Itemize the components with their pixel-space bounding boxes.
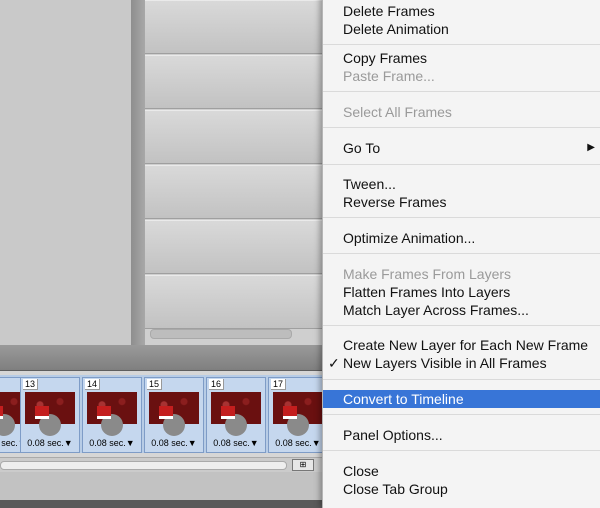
panel-row <box>145 165 325 219</box>
panel-row <box>145 110 325 164</box>
menu-item-delete-frames[interactable]: Delete Frames <box>323 2 600 20</box>
panel-row <box>145 220 325 274</box>
menu-item-panel-options[interactable]: Panel Options... <box>323 426 600 444</box>
animation-frame[interactable]: 16 0.08 sec.▼ <box>206 377 266 453</box>
timeline-footer: ⊞ <box>0 457 325 472</box>
menu-separator <box>323 325 600 326</box>
panel-row <box>145 55 325 109</box>
menu-item-tween[interactable]: Tween... <box>323 175 600 193</box>
frame-thumbnail <box>211 392 261 436</box>
menu-separator <box>323 91 600 92</box>
frame-thumbnail <box>273 392 323 436</box>
frame-number: 16 <box>209 379 225 390</box>
frame-strip: 0.08 sec.▼ 13 0.08 sec.▼ 14 0.08 sec.▼ 1… <box>0 375 328 453</box>
menu-item-close-tab-group[interactable]: Close Tab Group <box>323 480 600 498</box>
new-frame-icon[interactable]: ⊞ <box>292 459 314 471</box>
menu-separator <box>323 253 600 254</box>
frame-delay[interactable]: 0.08 sec.▼ <box>207 438 265 448</box>
menu-item-flatten-frames[interactable]: Flatten Frames Into Layers <box>323 283 600 301</box>
panel-row <box>145 275 325 329</box>
menu-item-select-all-frames: Select All Frames <box>343 104 452 120</box>
menu-item-create-new-layer[interactable]: Create New Layer for Each New Frame <box>323 336 600 354</box>
timeline-lower-area <box>0 472 325 500</box>
animation-panel: 0.08 sec.▼ 13 0.08 sec.▼ 14 0.08 sec.▼ 1… <box>0 345 328 500</box>
frame-number: 13 <box>23 379 39 390</box>
animation-frame[interactable]: 14 0.08 sec.▼ <box>82 377 142 453</box>
frame-delay[interactable]: 0.08 sec.▼ <box>145 438 203 448</box>
menu-item-make-frames-from-layers: Make Frames From Layers <box>343 266 512 282</box>
menu-item-reverse-frames[interactable]: Reverse Frames <box>323 193 600 211</box>
animation-panel-header <box>0 345 325 371</box>
menu-item-match-layer[interactable]: Match Layer Across Frames... <box>323 301 600 319</box>
menu-separator <box>323 164 600 165</box>
animation-frame[interactable]: 13 0.08 sec.▼ <box>20 377 80 453</box>
menu-item-copy-frames[interactable]: Copy Frames <box>323 49 600 67</box>
menu-separator <box>323 217 600 218</box>
menu-item-convert-to-timeline[interactable]: Convert to Timeline <box>323 390 600 408</box>
frame-thumbnail <box>87 392 137 436</box>
frame-thumbnail <box>25 392 75 436</box>
frame-delay[interactable]: 0.08 sec.▼ <box>83 438 141 448</box>
document-canvas <box>0 0 131 345</box>
menu-item-new-layers-visible[interactable]: ✓ New Layers Visible in All Frames <box>323 354 600 372</box>
frame-number: 15 <box>147 379 163 390</box>
submenu-arrow-icon: ▶ <box>587 142 595 153</box>
animation-frame[interactable]: 15 0.08 sec.▼ <box>144 377 204 453</box>
menu-separator <box>323 44 600 45</box>
menu-separator <box>323 414 600 415</box>
frame-thumbnail <box>149 392 199 436</box>
frame-number: 14 <box>85 379 101 390</box>
frame-number: 17 <box>271 379 287 390</box>
frame-delay[interactable]: 0.08 sec.▼ <box>21 438 79 448</box>
animation-frame[interactable]: 17 0.08 sec.▼ <box>268 377 328 453</box>
menu-separator <box>323 450 600 451</box>
animation-panel-menu: Delete Frames Delete Animation Copy Fram… <box>322 0 600 508</box>
timeline-scrollbar[interactable] <box>0 461 287 470</box>
menu-item-close[interactable]: Close <box>323 462 600 480</box>
panel-row <box>145 0 325 54</box>
canvas-shadow <box>131 0 145 345</box>
menu-item-delete-animation[interactable]: Delete Animation <box>323 20 600 38</box>
frame-delay[interactable]: 0.08 sec.▼ <box>269 438 327 448</box>
menu-item-go-to[interactable]: Go To ▶ <box>323 139 600 157</box>
menu-separator <box>323 379 600 380</box>
checkmark-icon: ✓ <box>328 355 340 371</box>
menu-separator <box>323 127 600 128</box>
horizontal-scrollbar[interactable] <box>150 329 292 339</box>
menu-item-optimize-animation[interactable]: Optimize Animation... <box>323 229 600 247</box>
menu-item-paste-frame: Paste Frame... <box>343 68 435 84</box>
layers-panel-background <box>145 0 325 345</box>
